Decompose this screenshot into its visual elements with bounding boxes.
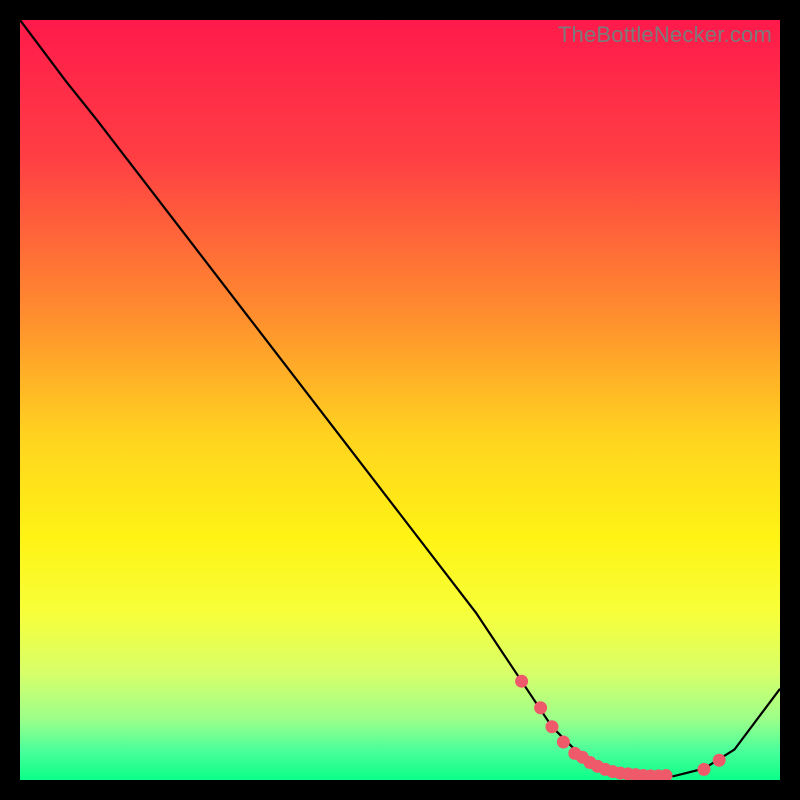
marker-point xyxy=(698,763,711,776)
marker-point xyxy=(534,701,547,714)
watermark-label: TheBottleNecker.com xyxy=(558,22,772,48)
chart-plot xyxy=(20,20,780,780)
marker-point xyxy=(546,720,559,733)
marker-point xyxy=(713,754,726,767)
chart-frame: TheBottleNecker.com xyxy=(20,20,780,780)
gradient-background xyxy=(20,20,780,780)
marker-point xyxy=(515,675,528,688)
marker-point xyxy=(557,736,570,749)
